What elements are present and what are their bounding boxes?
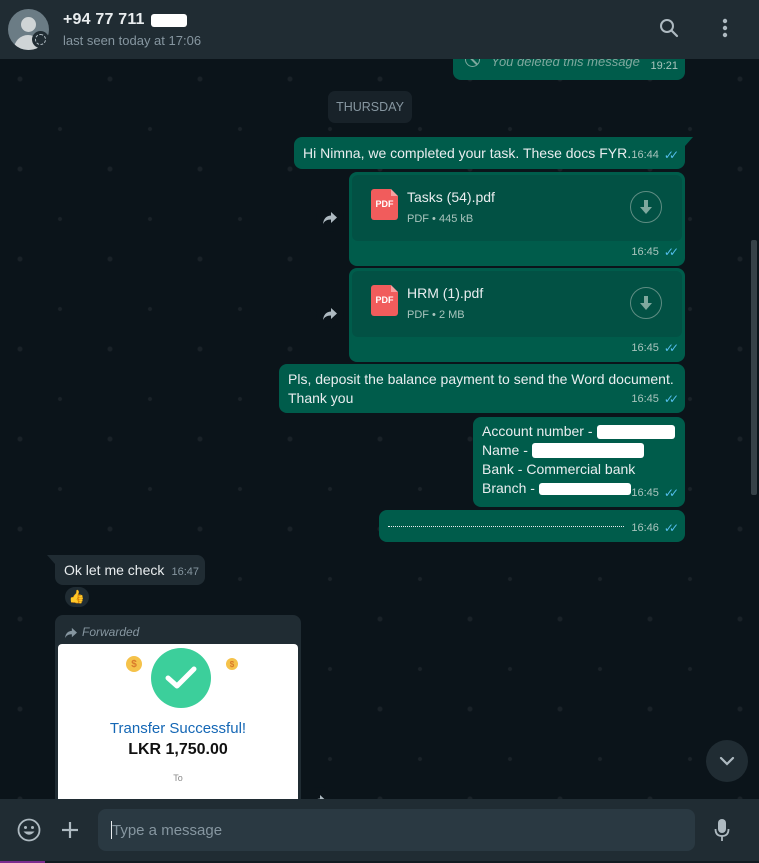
transfer-receipt-image[interactable]: $ $ Transfer Successful! LKR 1,750.00 To… — [58, 644, 298, 799]
search-icon — [660, 19, 679, 38]
deleted-message-text: You deleted this message — [491, 59, 640, 69]
message-text-line: Pls, deposit the balance payment to send… — [288, 371, 674, 387]
message-text: Ok let me check — [64, 562, 165, 578]
chat-scrollbar[interactable] — [751, 240, 757, 495]
document-card[interactable]: PDF Tasks (54).pdf PDF • 445 kB — [352, 175, 682, 241]
message-time: 16:45 — [631, 487, 659, 499]
emoji-icon — [17, 818, 41, 842]
deleted-icon — [465, 59, 480, 67]
bank-line: Bank - Commercial bank — [482, 461, 636, 477]
chat-panel: You deleted this message 19:21 THURSDAY … — [0, 59, 759, 799]
forward-button[interactable] — [316, 300, 344, 328]
redacted-block — [531, 443, 644, 458]
success-check-icon — [151, 648, 211, 708]
account-name-line: Name - — [482, 441, 676, 460]
forwarded-label: Forwarded — [58, 618, 298, 647]
pdf-file-icon: PDF — [371, 285, 398, 316]
message-meta: 16:45 ✓✓ — [631, 390, 679, 409]
document-message[interactable]: PDF HRM (1).pdf PDF • 2 MB 16:45 ✓✓ — [349, 268, 685, 362]
forward-icon — [323, 212, 337, 224]
message-bubble-outgoing[interactable]: Hi Nimna, we completed your task. These … — [294, 137, 693, 169]
message-text: Hi Nimna, we completed your task. These … — [303, 145, 632, 161]
message-meta: 16:45 ✓✓ — [631, 243, 679, 262]
download-button[interactable] — [630, 287, 662, 319]
chat-header: +94 77 711 last seen today at 17:06 — [0, 0, 759, 59]
redacted-block — [150, 13, 187, 27]
read-ticks-icon: ✓✓ — [663, 521, 679, 535]
receipt-to-label: To — [173, 773, 183, 783]
forward-icon — [323, 308, 337, 320]
reaction-badge[interactable]: 👍 — [63, 585, 91, 609]
menu-button[interactable] — [713, 16, 737, 40]
kebab-menu-icon — [722, 18, 728, 38]
dotted-line-text — [388, 526, 624, 527]
status-ring-icon — [32, 31, 49, 48]
text-cursor — [111, 821, 112, 839]
document-info: PDF • 2 MB — [407, 309, 465, 321]
redacted-block — [596, 424, 675, 439]
read-ticks-icon: ✓✓ — [663, 392, 679, 406]
message-meta: 19:21 — [650, 59, 678, 76]
search-button[interactable] — [657, 16, 681, 40]
read-ticks-icon: ✓✓ — [663, 486, 679, 500]
message-time: 19:21 — [650, 60, 678, 72]
scroll-to-bottom-button[interactable] — [706, 740, 748, 782]
message-meta: 16:47 — [171, 563, 199, 582]
download-icon — [640, 296, 652, 310]
contact-info[interactable]: +94 77 711 last seen today at 17:06 — [63, 11, 201, 48]
read-ticks-icon: ✓✓ — [663, 341, 679, 355]
receipt-amount: LKR 1,750.00 — [128, 741, 228, 758]
message-input[interactable] — [98, 809, 695, 851]
avatar-head-shape — [21, 17, 36, 32]
message-meta: 16:44 ✓✓ — [631, 146, 679, 165]
voice-message-button[interactable] — [710, 818, 734, 842]
message-time: 16:47 — [171, 566, 199, 578]
receipt-title: Transfer Successful! — [109, 720, 247, 737]
deleted-message-bubble[interactable]: You deleted this message 19:21 — [453, 59, 685, 80]
day-divider: THURSDAY — [328, 91, 412, 123]
pdf-file-icon: PDF — [371, 189, 398, 220]
download-button[interactable] — [630, 191, 662, 223]
read-ticks-icon: ✓✓ — [663, 148, 679, 162]
contact-phone-number: +94 77 711 — [63, 11, 145, 28]
message-bubble-outgoing[interactable]: 16:46 ✓✓ — [379, 510, 685, 542]
document-message[interactable]: PDF Tasks (54).pdf PDF • 445 kB 16:45 ✓✓ — [349, 172, 685, 266]
thumbs-up-icon: 👍 — [68, 589, 86, 604]
message-time: 16:45 — [631, 393, 659, 405]
message-meta: 16:45 ✓✓ — [631, 484, 679, 503]
contact-name: +94 77 711 — [63, 11, 201, 29]
message-text-line: Thank you — [288, 390, 354, 406]
contact-last-seen: last seen today at 17:06 — [63, 33, 202, 48]
account-number-line: Account number - — [482, 422, 676, 441]
microphone-icon — [714, 819, 730, 841]
document-card[interactable]: PDF HRM (1).pdf PDF • 2 MB — [352, 271, 682, 337]
coin-icon: $ — [126, 656, 142, 672]
document-file-name: Tasks (54).pdf — [407, 189, 495, 205]
message-meta: 16:45 ✓✓ — [631, 339, 679, 358]
message-composer — [0, 799, 759, 861]
document-info: PDF • 445 kB — [407, 213, 474, 225]
message-bubble-incoming[interactable]: Ok let me check 16:47 — [47, 555, 205, 585]
message-time: 16:44 — [631, 149, 659, 161]
message-bubble-outgoing[interactable]: Pls, deposit the balance payment to send… — [279, 364, 685, 413]
redacted-block — [538, 482, 631, 495]
coin-icon: $ — [226, 658, 238, 670]
download-icon — [640, 200, 652, 214]
attach-button[interactable] — [58, 818, 82, 842]
forwarded-icon — [65, 627, 77, 638]
document-file-name: HRM (1).pdf — [407, 285, 484, 301]
forward-button[interactable] — [316, 204, 344, 232]
chevron-down-icon — [719, 756, 735, 766]
message-time: 16:45 — [631, 342, 659, 354]
read-ticks-icon: ✓✓ — [663, 245, 679, 259]
plus-icon — [62, 822, 78, 838]
message-meta: 16:46 ✓✓ — [631, 519, 679, 538]
emoji-button[interactable] — [17, 818, 41, 842]
forwarded-image-message[interactable]: Forwarded $ $ Transfer Successful! LKR 1… — [55, 615, 301, 799]
message-bubble-outgoing[interactable]: Account number - Name - Bank - Commercia… — [473, 417, 685, 507]
message-time: 16:45 — [631, 246, 659, 258]
message-time: 16:46 — [631, 522, 659, 534]
